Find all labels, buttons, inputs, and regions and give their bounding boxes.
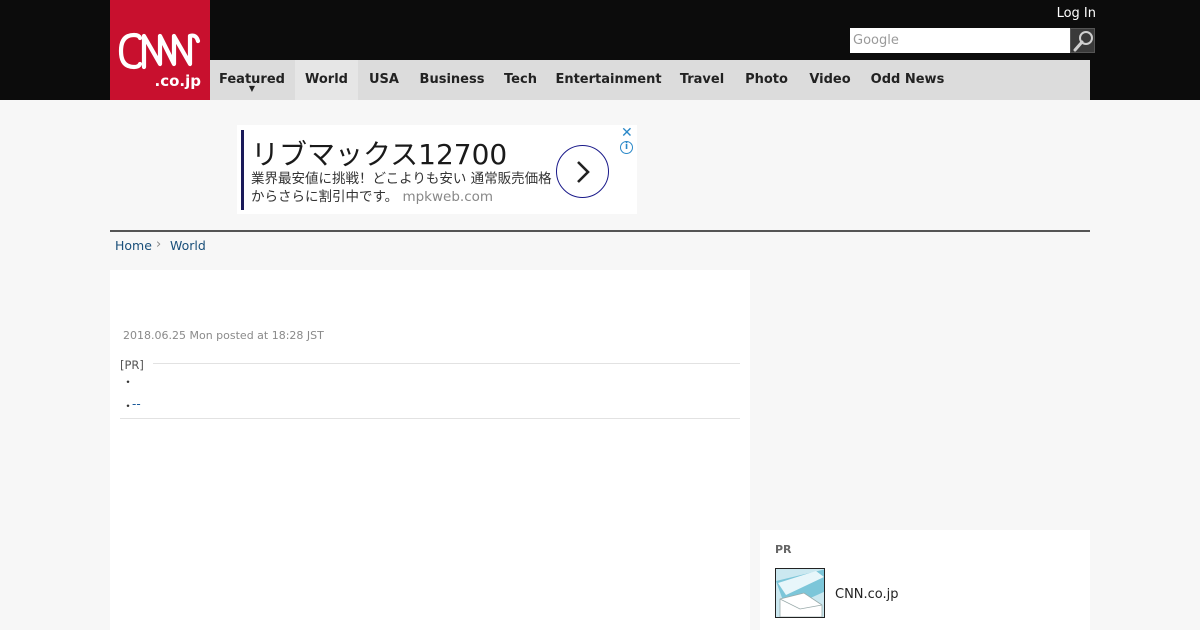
sidebar-item-name[interactable]: CNN.co.jp [835, 587, 899, 602]
search-input[interactable] [850, 28, 1070, 53]
sidebar-pr-box: PR CNN.co.jp [760, 530, 1090, 630]
chevron-right-icon: › [156, 237, 162, 252]
cnn-logo[interactable]: .co.jp [110, 0, 210, 100]
nav-item-label: Business [419, 72, 485, 87]
pr-divider [153, 363, 740, 364]
section-divider [110, 230, 1090, 232]
thumbnail-image [776, 569, 824, 617]
ad-banner[interactable]: リブマックス12700 業界最安値に挑戦！どこよりも安い 通常販売価格からさらに… [237, 125, 637, 214]
nav-item-label: Video [809, 72, 851, 87]
sidebar-pr-label: PR [775, 543, 792, 556]
nav-item-label: Tech [504, 72, 537, 87]
search-icon [1073, 31, 1093, 52]
pr-label: [PR] [120, 358, 144, 372]
nav-item-label: Travel [679, 72, 725, 87]
breadcrumb-home[interactable]: Home [115, 238, 152, 253]
info-icon[interactable]: i [620, 141, 633, 154]
article-panel: 2018.06.25 Mon posted at 18:28 JST [PR] … [110, 270, 750, 630]
pr-divider-bottom [120, 418, 740, 419]
chevron-right-icon [577, 161, 590, 183]
mail-thumbnail-icon[interactable] [775, 568, 825, 618]
ad-title: リブマックス12700 [251, 138, 508, 171]
ad-domain: mpkweb.com [402, 189, 494, 205]
nav-item-entertainment[interactable]: Entertainment [547, 60, 670, 100]
nav-item-featured[interactable]: Featured ▼ [210, 60, 294, 100]
search-button[interactable] [1070, 28, 1095, 53]
ad-open-button[interactable] [556, 145, 609, 198]
nav-item-label: Photo [745, 72, 788, 87]
nav-item-label: Entertainment [555, 72, 662, 87]
nav-item-world[interactable]: World [295, 60, 358, 100]
nav-item-travel[interactable]: Travel [670, 60, 734, 100]
breadcrumb-world[interactable]: World [170, 238, 206, 253]
nav-item-label: World [305, 72, 348, 87]
article-date: 2018.06.25 Mon posted at 18:28 JST [123, 329, 324, 342]
nav-item-business[interactable]: Business [410, 60, 494, 100]
nav-item-photo[interactable]: Photo [734, 60, 799, 100]
main-nav: Featured ▼ World USA Business Tech Enter… [210, 60, 1090, 100]
login-link[interactable]: Log In [1046, 6, 1096, 21]
nav-item-tech[interactable]: Tech [494, 60, 547, 100]
nav-item-odd-news[interactable]: Odd News [861, 60, 954, 100]
nav-item-label: Odd News [870, 72, 945, 87]
nav-item-video[interactable]: Video [799, 60, 861, 100]
ad-body: 業界最安値に挑戦！どこよりも安い 通常販売価格からさらに割引中です。 mpkwe… [251, 170, 561, 206]
cnn-logo-mark [118, 32, 201, 70]
chevron-down-icon: ▼ [248, 84, 256, 93]
pr-bullet: ・ [122, 375, 135, 389]
logo-domain-suffix: .co.jp [154, 72, 201, 90]
close-icon[interactable]: ✕ [621, 125, 633, 141]
nav-item-label: USA [369, 72, 399, 87]
pr-link[interactable]: -- [132, 397, 141, 411]
nav-item-usa[interactable]: USA [358, 60, 410, 100]
ad-accent-bar [241, 130, 244, 210]
